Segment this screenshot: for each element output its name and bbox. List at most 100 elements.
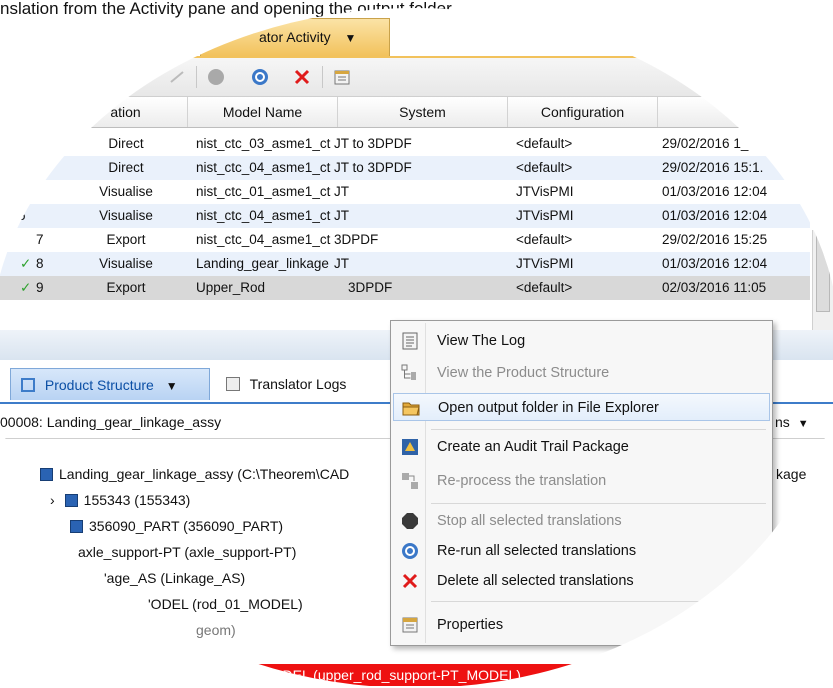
assembly-icon	[40, 468, 53, 481]
menu-separator	[431, 601, 766, 602]
rerun-icon	[402, 543, 418, 559]
cell-config: JTVisPMI	[516, 256, 574, 271]
menu-item-label: Properties	[437, 617, 504, 633]
arrow-icon[interactable]	[168, 67, 188, 87]
menu-item-reprocess[interactable]: Re-process the translation	[393, 467, 770, 495]
cell-config: <default>	[516, 136, 573, 151]
tab-translator-logs[interactable]: Translator Logs	[222, 368, 392, 400]
cell-model: Landing_gear_linkage	[196, 256, 329, 271]
menu-item-label: Stop all selected translations	[437, 513, 622, 529]
tree-node[interactable]: 'ODEL (rod_01_MODEL)	[148, 592, 303, 616]
magnified-view: ator Activity ▼ ation Model Name System …	[0, 8, 833, 688]
menu-item-label: Re-run all selected translations	[437, 543, 637, 559]
cell-system: JT	[334, 208, 349, 223]
properties-icon	[402, 617, 418, 633]
stop-icon[interactable]	[206, 67, 226, 87]
cell-operation: Export	[106, 280, 146, 295]
menu-item-label: Create an Audit Trail Package	[437, 439, 629, 455]
cell-id	[14, 156, 54, 180]
cell-date: 02/03/2016 11:05	[662, 280, 767, 295]
table-row[interactable]: ✓ 8 Visualise Landing_gear_linkage JT JT…	[0, 252, 810, 276]
delete-icon	[402, 573, 418, 589]
table-row-selected[interactable]: ✓ 9 Export Upper_Rod 3DPDF <default> 02/…	[0, 276, 810, 300]
cell-date: 01/03/2016 12:04	[662, 256, 768, 271]
tree-node[interactable]: › 155343 (155343)	[50, 488, 190, 512]
tree-node-root[interactable]: Landing_gear_linkage_assy (C:\Theorem\CA…	[40, 462, 349, 486]
menu-item-view-log[interactable]: View The Log	[393, 327, 770, 355]
menu-separator	[431, 429, 766, 430]
menu-item-stop-all[interactable]: Stop all selected translations	[393, 507, 770, 535]
part-icon	[64, 494, 78, 507]
cell-operation: Visualise	[99, 208, 153, 223]
menu-item-view-product-structure[interactable]: View the Product Structure	[393, 359, 770, 387]
properties-icon[interactable]	[332, 67, 352, 87]
grid-scrollbar[interactable]	[812, 230, 833, 330]
table-row[interactable]: Visualise nist_ctc_01_asme1_ct JT JTVisP…	[0, 180, 810, 204]
menu-item-open-output-folder[interactable]: Open output folder in File Explorer	[393, 393, 770, 421]
stop-icon	[402, 513, 418, 529]
menu-item-create-audit-trail[interactable]: Create an Audit Trail Package	[393, 433, 770, 461]
reprocess-icon	[402, 473, 418, 489]
tree-node-selected[interactable]: MODEL (upper_rod_support-PT_MODEL)	[200, 664, 580, 686]
tree-node-label: 356090_PART (356090_PART)	[89, 518, 284, 534]
cell-system: JT	[334, 184, 349, 199]
table-row[interactable]: 6 Visualise nist_ctc_04_asme1_ct JT JTVi…	[0, 204, 810, 228]
header-system[interactable]: System	[338, 97, 508, 127]
options-button[interactable]: ns ▼	[775, 406, 809, 440]
tab-product-structure[interactable]: Product Structure ▼	[10, 368, 210, 400]
cell-config: <default>	[516, 160, 573, 175]
table-row[interactable]: Direct nist_ctc_04_asme1_ct JT to 3DPDF …	[0, 156, 810, 180]
cell-date: 01/03/2016 12:04	[662, 208, 768, 223]
job-selector-value: 00008: Landing_gear_linkage_assy	[0, 414, 222, 430]
chevron-down-icon[interactable]: ▼	[166, 379, 178, 393]
tree-node[interactable]: 356090_PART (356090_PART)	[70, 514, 283, 538]
cell-system: 3DPDF	[334, 232, 379, 247]
audit-package-icon	[402, 439, 418, 455]
cell-model: nist_ctc_03_asme1_ct	[196, 136, 331, 151]
cell-date: 29/02/2016 15:25	[662, 232, 768, 247]
tab-translator-activity[interactable]: ator Activity ▼	[200, 18, 390, 56]
delete-icon[interactable]	[292, 67, 312, 87]
scrollbar-thumb[interactable]	[816, 234, 830, 312]
chevron-down-icon: ▼	[797, 418, 809, 430]
header-configuration[interactable]: Configuration	[508, 97, 658, 127]
menu-item-rerun-all[interactable]: Re-run all selected translations	[393, 537, 770, 565]
cell-model: nist_ctc_01_asme1_ct	[196, 184, 331, 199]
header-id[interactable]	[0, 97, 64, 127]
header-model-name[interactable]: Model Name	[188, 97, 338, 127]
tree-node[interactable]: geom)	[196, 618, 236, 642]
menu-item-properties[interactable]: Properties	[393, 611, 770, 639]
table-row[interactable]: Direct nist_ctc_03_asme1_ct JT to 3DPDF …	[0, 132, 810, 156]
tree-node-label: 155343 (155343)	[83, 492, 191, 508]
table-row[interactable]: 7 Export nist_ctc_04_asme1_ct 3DPDF <def…	[0, 228, 810, 252]
rerun-icon[interactable]	[250, 67, 270, 87]
product-structure-icon	[21, 378, 35, 392]
tree-node[interactable]: 'age_AS (Linkage_AS)	[104, 566, 245, 590]
cell-date: 01/03/2016 12:04	[662, 184, 768, 199]
cell-model: Upper_Rod	[196, 280, 266, 295]
header-date[interactable]: Da	[658, 97, 833, 127]
cell-date: 29/02/2016 1_	[662, 136, 749, 151]
cell-model: nist_ctc_04_asme1_ct	[196, 160, 331, 175]
expand-arrow-icon[interactable]: ›	[50, 492, 55, 508]
cell-config: JTVisPMI	[516, 208, 574, 223]
options-label: ns	[775, 414, 790, 430]
cell-id: 6	[18, 208, 26, 223]
cell-operation: Direct	[108, 136, 144, 151]
cell-config: JTVisPMI	[516, 184, 574, 199]
menu-item-label: Delete all selected translations	[437, 573, 634, 589]
grid-header: ation Model Name System Configuration Da	[0, 97, 833, 128]
tree-node[interactable]: axle_support-PT (axle_support-PT)	[78, 540, 296, 564]
chevron-down-icon[interactable]: ▼	[344, 31, 356, 45]
cell-operation: Visualise	[99, 184, 153, 199]
cell-id	[14, 132, 54, 156]
log-icon	[226, 377, 240, 391]
header-operation[interactable]: ation	[64, 97, 188, 127]
folder-icon	[402, 402, 420, 416]
toolbar-divider	[322, 66, 323, 88]
menu-item-label: View the Product Structure	[437, 365, 610, 381]
tree-node-root-tail: kage_a	[776, 466, 822, 482]
menu-item-delete-all[interactable]: Delete all selected translations	[393, 567, 770, 595]
tab-label: ator Activity	[259, 29, 331, 45]
cell-system: JT to 3DPDF	[334, 160, 412, 175]
